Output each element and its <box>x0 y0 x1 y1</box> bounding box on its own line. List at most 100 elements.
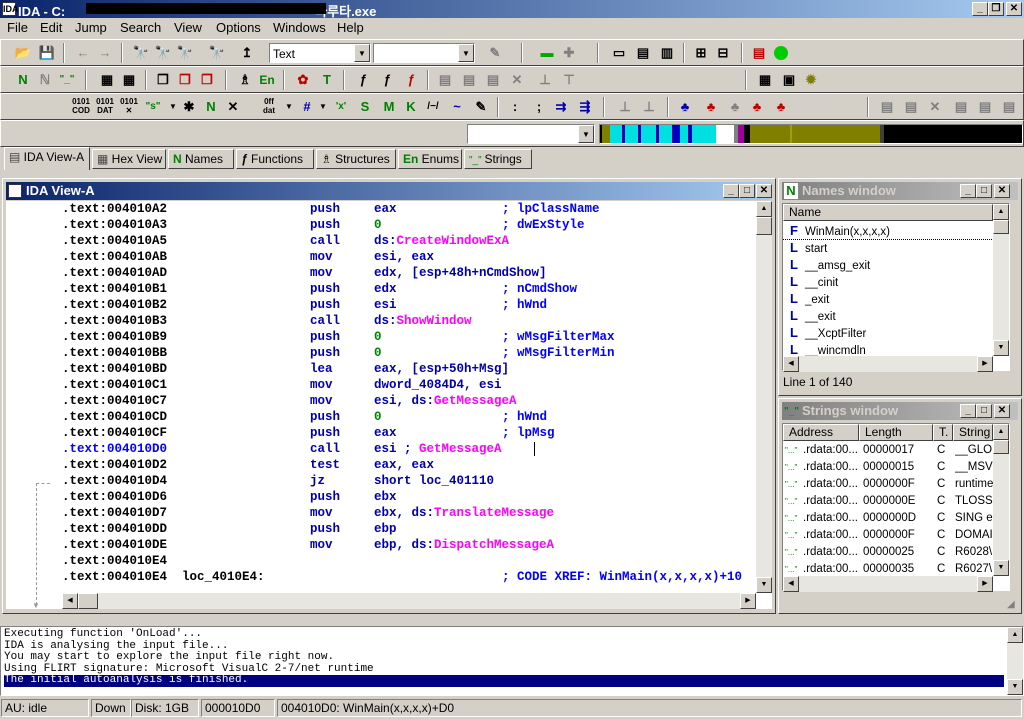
code-line[interactable]: .text:004010B2 push esi ; hWnd <box>62 297 758 313</box>
names-list-item[interactable]: L __amsg_exit <box>783 256 993 273</box>
code-operand[interactable]: eax, eax <box>374 457 434 473</box>
tab-names[interactable]: N Names <box>168 149 234 169</box>
code-import-name[interactable]: DispatchMessageA <box>434 538 554 552</box>
gray-tool-2-icon[interactable]: ▤ <box>459 70 479 90</box>
code-vertical-scrollbar[interactable]: ▲ ▼ <box>756 201 772 593</box>
code-line[interactable]: .text:004010E4 <box>62 553 758 569</box>
chevron-down-icon[interactable]: ▼ <box>578 125 594 143</box>
code-operand[interactable]: 0 <box>374 409 382 425</box>
names-list-item[interactable]: L _exit <box>783 290 993 307</box>
strings-list-row[interactable]: "..." .rdata:00... 0000000D C SING er <box>783 510 993 527</box>
code-line[interactable]: .text:004010CF push eax ; lpMsg <box>62 425 758 441</box>
tree-red-icon[interactable]: ♣ <box>701 97 721 117</box>
segment-combo[interactable]: Text ▼ <box>269 43 371 63</box>
close-button[interactable]: ✕ <box>994 184 1010 198</box>
code-line[interactable]: .text:004010AD mov edx, [esp+48h+nCmdShow] <box>62 265 758 281</box>
window-tile-v-icon[interactable]: ▥ <box>657 43 677 63</box>
gray-tool-1-icon[interactable]: ▤ <box>435 70 455 90</box>
tab-strings[interactable]: "_" Strings <box>464 149 532 169</box>
names-column-header[interactable]: Name <box>783 204 993 221</box>
name-n-icon[interactable]: N <box>201 97 221 117</box>
output-vertical-scrollbar[interactable]: ▲ ▼ <box>1007 627 1023 695</box>
ascii-icon[interactable]: "s" <box>143 97 163 117</box>
code-line[interactable]: .text:004010D6 push ebx <box>62 489 758 505</box>
strings-horizontal-scrollbar[interactable]: ◀ ▶ <box>783 576 993 592</box>
enums-icon[interactable]: En <box>257 70 277 90</box>
tree-icon[interactable]: ♣ <box>675 97 695 117</box>
code-operand[interactable]: dword_4084D4, esi <box>374 377 502 393</box>
second-combo[interactable]: ▼ <box>373 43 475 63</box>
comment-icon[interactable]: ⇉ <box>551 97 571 117</box>
code-operand[interactable]: eax, [esp+50h+Msg] <box>374 361 509 377</box>
scroll-left-arrow-icon[interactable]: ◀ <box>783 356 799 372</box>
resize-grip-icon[interactable]: ◢ <box>1007 599 1015 610</box>
names-list-item[interactable]: L __exit <box>783 307 993 324</box>
scroll-thumb[interactable] <box>993 220 1009 234</box>
scroll-right-arrow-icon[interactable]: ▶ <box>740 593 756 609</box>
offset-icon[interactable]: 0ff dat <box>259 97 279 117</box>
gear-icon[interactable]: ✹ <box>801 70 821 90</box>
stack-k-icon[interactable]: K <box>401 97 421 117</box>
type-icon[interactable]: T <box>317 70 337 90</box>
code-import-name[interactable]: CreateWindowExA <box>397 234 510 248</box>
code-horizontal-scrollbar[interactable]: ◀ ▶ <box>62 593 756 609</box>
scroll-left-arrow-icon[interactable]: ◀ <box>783 576 799 592</box>
close-button[interactable]: ✕ <box>1006 2 1022 16</box>
code-import-name[interactable]: ShowWindow <box>397 314 472 328</box>
gray-tool-3-icon[interactable]: ▤ <box>483 70 503 90</box>
menu-edit[interactable]: Edit <box>40 20 62 35</box>
strings-list-row[interactable]: "..." .rdata:00... 00000035 C R6027\ <box>783 561 993 576</box>
gray-tool-4-icon[interactable]: ⊥ <box>535 70 555 90</box>
string-icon[interactable]: "_" <box>57 70 77 90</box>
code-listing[interactable]: .text:004010A2 push eax; lpClassName .text:… <box>62 201 758 591</box>
code-operand[interactable]: 0 <box>374 345 382 361</box>
code-operand[interactable]: ds:ShowWindow <box>374 313 472 329</box>
green-light-icon[interactable] <box>771 43 791 63</box>
code-line[interactable]: .text:004010A3 push 0 ; dwExStyle <box>62 217 758 233</box>
window-tile-h-icon[interactable]: ▤ <box>633 43 653 63</box>
code-label[interactable]: loc_4010E4: <box>182 569 265 585</box>
flow-icon[interactable]: ⊟ <box>713 43 733 63</box>
code-operand[interactable]: edx <box>374 281 397 297</box>
scroll-down-arrow-icon[interactable]: ▼ <box>756 577 772 593</box>
code-operand[interactable]: short loc_401110 <box>374 473 494 489</box>
scroll-left-arrow-icon[interactable]: ◀ <box>62 593 78 609</box>
menu-file[interactable]: File <box>7 20 28 35</box>
bitwise-not-icon[interactable]: ~ <box>447 97 467 117</box>
structures-icon[interactable]: ♗ <box>235 70 255 90</box>
names-list-item[interactable]: F WinMain(x,x,x,x) <box>783 222 993 240</box>
code-line[interactable]: .text:004010A2 push eax ; lpClassName <box>62 201 758 217</box>
scroll-up-arrow-icon[interactable]: ▲ <box>993 424 1009 440</box>
menu-options[interactable]: Options <box>216 20 261 35</box>
gray-delete-icon[interactable]: ✕ <box>507 70 527 90</box>
scroll-down-arrow-icon[interactable]: ▼ <box>993 560 1009 576</box>
names-list-item[interactable]: L __wincmdln <box>783 341 993 356</box>
code-operand[interactable]: esi ; GetMessageA <box>374 441 502 457</box>
code-icon[interactable]: 0101 COD <box>71 97 91 117</box>
window-cascade-icon[interactable]: ▭ <box>609 43 629 63</box>
forward-arrow-icon[interactable]: → <box>95 43 115 63</box>
table-icon[interactable]: ▦ <box>119 70 139 90</box>
function-icon[interactable]: ƒ <box>353 70 373 90</box>
code-operand[interactable]: ebp <box>374 521 397 537</box>
minimize-button[interactable]: _ <box>960 404 976 418</box>
tab-ida-view-a[interactable]: ▤ IDA View-A <box>4 147 90 170</box>
close-button[interactable]: ✕ <box>756 184 772 198</box>
names-horizontal-scrollbar[interactable]: ◀ ▶ <box>783 356 993 372</box>
names-list-item[interactable]: L __XcptFilter <box>783 324 993 341</box>
chevron-down-icon[interactable]: ▼ <box>279 97 299 117</box>
code-operand[interactable]: eax <box>374 201 397 217</box>
function-edit-icon[interactable]: ƒ <box>377 70 397 90</box>
gray-page2-icon[interactable]: ▤ <box>901 97 921 117</box>
back-arrow-icon[interactable]: ← <box>73 43 93 63</box>
scroll-right-arrow-icon[interactable]: ▶ <box>977 356 993 372</box>
gray-tool-5-icon[interactable]: ⊤ <box>559 70 579 90</box>
gray-page5-icon[interactable]: ▤ <box>999 97 1019 117</box>
xref-icon[interactable]: ❐ <box>175 70 195 90</box>
strings-list-row[interactable]: "..." .rdata:00... 00000025 C R6028\ <box>783 544 993 561</box>
minus-icon[interactable]: ▬ <box>537 43 557 63</box>
gray-page-icon[interactable]: ▤ <box>877 97 897 117</box>
code-operand[interactable]: eax <box>374 425 397 441</box>
undefine-icon[interactable]: 0101 ✕ <box>119 97 139 117</box>
code-line[interactable]: .text:004010B1 push edx ; nCmdShow <box>62 281 758 297</box>
